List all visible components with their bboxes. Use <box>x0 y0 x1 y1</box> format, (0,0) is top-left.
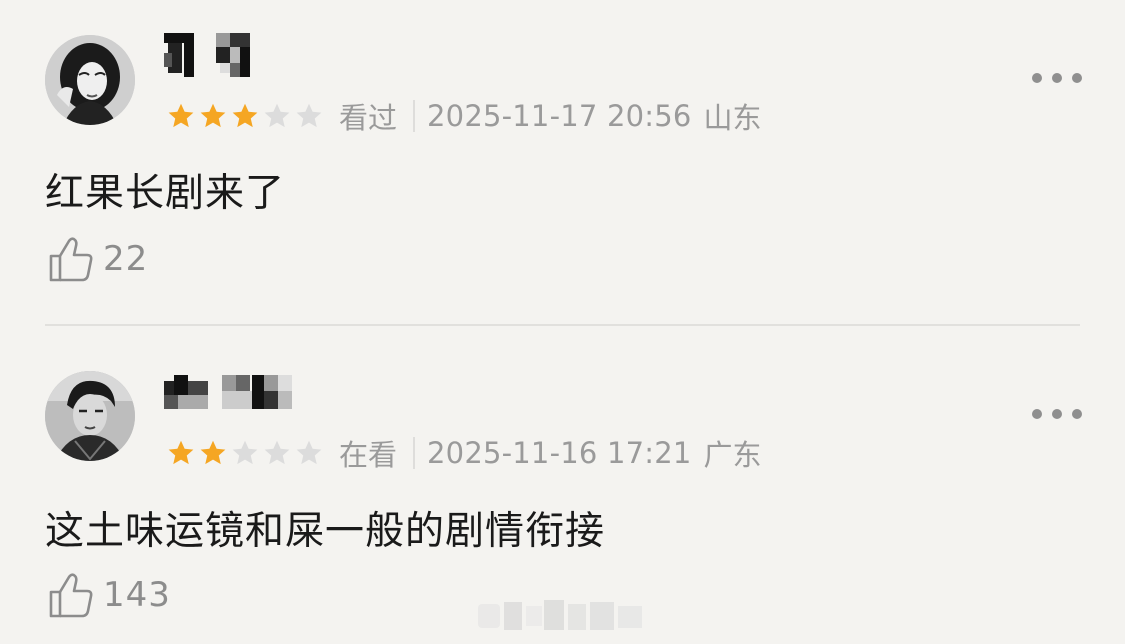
star-empty-icon <box>293 101 325 131</box>
watermark-redacted <box>478 598 646 634</box>
thumbs-up-icon <box>49 237 93 282</box>
review-meta: 在看 2025-11-16 17:21 广东 <box>165 433 762 473</box>
like-count: 22 <box>103 239 149 279</box>
review-meta: 看过 2025-11-17 20:56 山东 <box>165 96 762 136</box>
watch-status: 在看 <box>339 438 398 472</box>
location: 山东 <box>703 101 762 135</box>
more-horizontal-icon-dot <box>1032 409 1042 419</box>
star-filled-icon <box>197 438 229 468</box>
more-horizontal-icon-dot <box>1072 73 1082 83</box>
username-redacted <box>164 375 306 419</box>
timestamp: 2025-11-17 20:56 <box>427 99 692 133</box>
more-options-button[interactable] <box>1032 66 1082 90</box>
avatar[interactable] <box>45 371 135 461</box>
more-options-button[interactable] <box>1032 402 1082 426</box>
more-horizontal-icon-dot <box>1032 73 1042 83</box>
watch-status: 看过 <box>339 101 398 135</box>
avatar-image <box>45 371 135 461</box>
like-button[interactable]: 22 <box>47 234 148 284</box>
star-filled-icon <box>165 438 197 468</box>
more-horizontal-icon-dot <box>1052 409 1062 419</box>
meta-divider <box>413 100 416 132</box>
more-horizontal-icon-dot <box>1052 73 1062 83</box>
avatar-image <box>45 35 135 125</box>
like-count: 143 <box>103 575 171 615</box>
timestamp: 2025-11-16 17:21 <box>427 436 692 470</box>
review-content: 红果长剧来了 <box>45 171 286 216</box>
thumbs-up-icon <box>49 573 93 618</box>
star-empty-icon <box>293 438 325 468</box>
username[interactable] <box>164 375 306 419</box>
star-empty-icon <box>229 438 261 468</box>
meta-divider <box>413 437 416 469</box>
star-filled-icon <box>229 101 261 131</box>
more-horizontal-icon-dot <box>1072 409 1082 419</box>
star-filled-icon <box>165 101 197 131</box>
star-filled-icon <box>197 101 229 131</box>
star-empty-icon <box>261 101 293 131</box>
username-redacted <box>164 33 254 81</box>
location: 广东 <box>703 438 762 472</box>
rating-stars <box>165 101 325 131</box>
star-empty-icon <box>261 438 293 468</box>
username[interactable] <box>164 33 254 81</box>
review-divider <box>45 324 1080 326</box>
avatar[interactable] <box>45 35 135 125</box>
review-content: 这土味运镜和屎一般的剧情衔接 <box>45 509 606 554</box>
like-button[interactable]: 143 <box>47 570 171 620</box>
rating-stars <box>165 438 325 468</box>
